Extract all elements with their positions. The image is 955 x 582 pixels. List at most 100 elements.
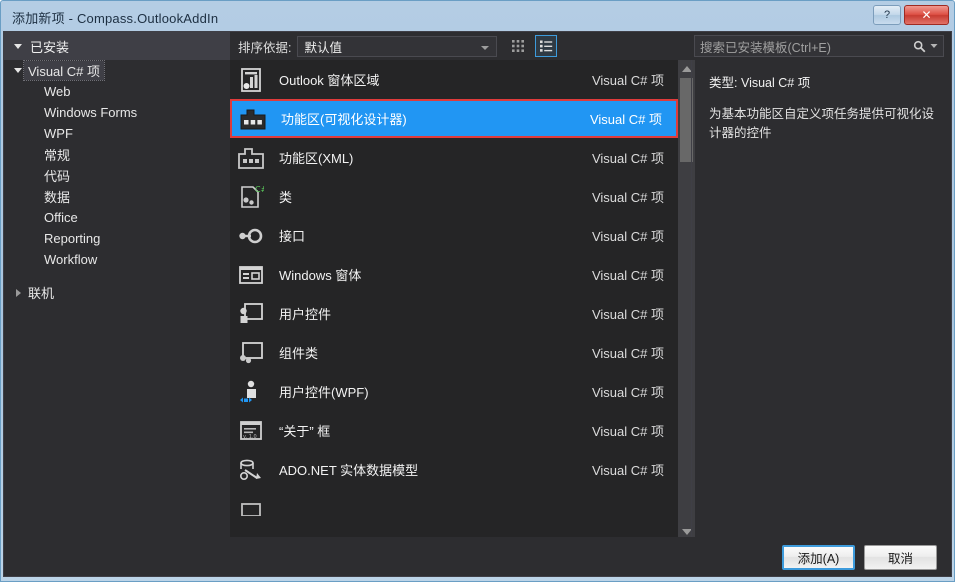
list-view-button[interactable] [535, 35, 558, 57]
template-name: 用户控件(WPF) [279, 385, 369, 400]
add-button-label: 添加(A) [797, 552, 840, 566]
template-name: “关于” 框 [279, 424, 331, 439]
chevron-up-icon [681, 65, 692, 72]
close-button[interactable]: ✕ [904, 5, 949, 25]
template-row-user-control[interactable]: 用户控件 Visual C# 项 [230, 294, 678, 333]
template-kind: Visual C# 项 [591, 307, 664, 322]
tree-item-general[interactable]: 常规 [4, 144, 230, 165]
search-box[interactable]: 搜索已安装模板(Ctrl+E) [694, 35, 944, 57]
partial-item-icon [235, 493, 267, 525]
list-view-icon [540, 40, 553, 52]
tree-item-label: 数据 [44, 190, 71, 205]
chevron-down-icon [14, 43, 22, 49]
sort-by-dropdown[interactable]: 默认值 [297, 35, 498, 57]
template-name: Windows 窗体 [279, 268, 362, 283]
template-row-ribbon-xml[interactable]: 功能区(XML) Visual C# 项 [230, 138, 678, 177]
tree-item-windows-forms[interactable]: Windows Forms [4, 102, 230, 123]
template-kind: Visual C# 项 [591, 190, 664, 205]
tree-item-code[interactable]: 代码 [4, 165, 230, 186]
tree-item-label: 联机 [28, 286, 55, 301]
tree-item-visual-csharp[interactable]: Visual C# 项 [4, 60, 230, 81]
tree-item-label: Visual C# 项 [22, 60, 106, 81]
title-bar[interactable]: 添加新项 - Compass.OutlookAddIn ? ✕ [1, 1, 954, 31]
csharp-class-icon: C# [235, 181, 267, 213]
add-button[interactable]: 添加(A) [782, 545, 855, 570]
template-row-wpf-user-control[interactable]: 用户控件(WPF) Visual C# 项 [230, 372, 678, 411]
tree-item-web[interactable]: Web [4, 81, 230, 102]
search-icon[interactable] [913, 40, 926, 53]
ribbon-designer-icon [237, 103, 269, 135]
chevron-down-icon[interactable] [12, 68, 24, 73]
template-row-windows-form[interactable]: Windows 窗体 Visual C# 项 [230, 255, 678, 294]
help-button[interactable]: ? [873, 5, 901, 25]
template-kind: Visual C# 项 [591, 229, 664, 244]
tree-item-data[interactable]: 数据 [4, 186, 230, 207]
tree-item-label: Workflow [44, 252, 98, 267]
installed-templates-tree: Visual C# 项 Web Windows Forms WPF 常规 代码 … [4, 60, 230, 540]
chevron-down-icon[interactable] [930, 42, 938, 50]
installed-header-label: 已安装 [30, 39, 70, 55]
template-list-scrollbar[interactable] [678, 60, 695, 540]
tree-item-label: Office [44, 210, 78, 225]
template-name: 组件类 [279, 346, 319, 361]
component-class-icon [235, 337, 267, 369]
template-name: 功能区(可视化设计器) [281, 112, 407, 127]
tree-item-wpf[interactable]: WPF [4, 123, 230, 144]
ribbon-xml-icon [235, 142, 267, 174]
view-mode-buttons [507, 35, 558, 57]
tree-item-label: 常规 [44, 148, 71, 163]
template-name: 功能区(XML) [279, 151, 354, 166]
add-new-item-dialog: 添加新项 - Compass.OutlookAddIn ? ✕ 已安装 排序依据… [0, 0, 955, 582]
search-box-icons [913, 40, 938, 53]
sort-by-label: 排序依据: [238, 40, 292, 55]
tree-item-reporting[interactable]: Reporting [4, 228, 230, 249]
wpf-user-control-icon [235, 376, 267, 408]
question-mark-icon: ? [883, 9, 891, 21]
template-list[interactable]: Outlook 窗体区域 Visual C# 项 功能区(可视化设计器) Vis… [230, 60, 678, 540]
detail-type-label: 类型: [709, 76, 738, 90]
template-name: 类 [279, 190, 293, 205]
tree-item-label: WPF [44, 126, 73, 141]
template-row-ado-net-entity-model[interactable]: ADO.NET 实体数据模型 Visual C# 项 [230, 450, 678, 489]
template-kind: Visual C# 项 [591, 424, 664, 439]
cancel-button[interactable]: 取消 [864, 545, 937, 570]
grid-view-button[interactable] [507, 35, 529, 57]
dialog-body: 已安装 排序依据: 默认值 搜索已安装模板(Ctrl+E) Visual C# … [3, 31, 952, 569]
sort-controls: 排序依据: 默认值 [230, 32, 678, 60]
template-row-class[interactable]: C# 类 Visual C# 项 [230, 177, 678, 216]
detail-type-value: Visual C# 项 [740, 76, 811, 90]
chevron-right-icon[interactable] [12, 288, 24, 297]
template-row-outlook-form-region[interactable]: Outlook 窗体区域 Visual C# 项 [230, 60, 678, 99]
tree-item-office[interactable]: Office [4, 207, 230, 228]
about-box-icon: v. 1.0 [235, 415, 267, 447]
tree-item-label: Web [44, 84, 71, 99]
chevron-down-icon [681, 528, 692, 535]
tree-item-label: Reporting [44, 231, 101, 246]
template-detail-panel: 类型: Visual C# 项 为基本功能区自定义项任务提供可视化设计器的控件 [695, 60, 951, 540]
tree-item-online[interactable]: 联机 [4, 282, 230, 303]
template-kind: Visual C# 项 [591, 463, 664, 478]
ado-net-entity-model-icon [235, 454, 267, 486]
template-name: 用户控件 [279, 307, 332, 322]
template-kind: Visual C# 项 [591, 346, 664, 361]
template-row-ribbon-visual-designer[interactable]: 功能区(可视化设计器) Visual C# 项 [230, 99, 678, 138]
installed-header[interactable]: 已安装 [4, 32, 230, 60]
template-row-component-class[interactable]: 组件类 Visual C# 项 [230, 333, 678, 372]
template-row-about-box[interactable]: v. 1.0 “关于” 框 Visual C# 项 [230, 411, 678, 450]
template-kind: Visual C# 项 [591, 385, 664, 400]
toolbar-strip: 已安装 排序依据: 默认值 搜索已安装模板(Ctrl+E) [4, 32, 951, 60]
scroll-up-button[interactable] [678, 60, 695, 77]
outlook-form-region-icon [235, 64, 267, 96]
cancel-button-label: 取消 [887, 552, 913, 566]
window-bottom-edge [1, 570, 954, 582]
title-bar-buttons: ? ✕ [873, 5, 949, 25]
grid-view-icon [512, 40, 525, 52]
search-input[interactable]: 搜索已安装模板(Ctrl+E) [700, 37, 913, 56]
dialog-title: 添加新项 - Compass.OutlookAddIn [12, 11, 219, 26]
template-row-partial[interactable] [230, 489, 678, 528]
panel-divider [691, 60, 692, 540]
template-row-interface[interactable]: 接口 Visual C# 项 [230, 216, 678, 255]
tree-item-workflow[interactable]: Workflow [4, 249, 230, 270]
template-name: ADO.NET 实体数据模型 [279, 463, 419, 478]
svg-text:C#: C# [255, 185, 264, 194]
